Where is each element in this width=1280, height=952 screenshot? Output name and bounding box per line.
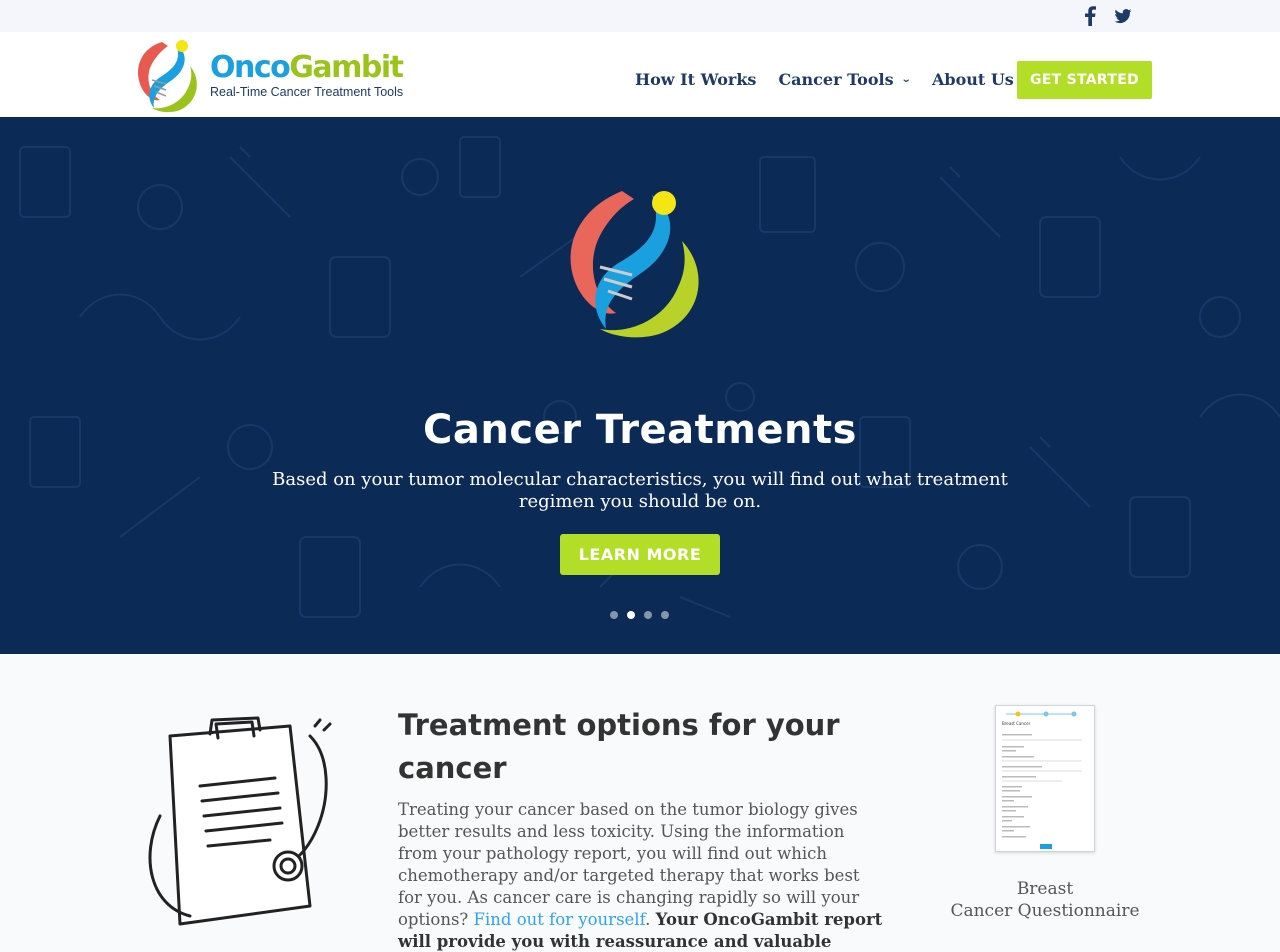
slide-dot-3[interactable] [644,611,652,619]
treatment-options-section: Treatment options for your cancer Treati… [0,654,1280,952]
clipboard-stethoscope-illustration [148,716,332,926]
caption-line-2: Cancer Questionnaire [950,901,1140,921]
questionnaire-caption[interactable]: Breast Cancer Questionnaire [940,878,1150,922]
facebook-icon[interactable] [1082,6,1098,26]
nav-how-it-works[interactable]: How It Works [635,70,756,89]
main-nav: How It Works Cancer Tools ⌄ About Us⌄ [635,70,1052,89]
nav-label: About Us [931,70,1014,89]
oncogambit-hero-logo-icon [570,191,699,338]
top-bar [0,0,1280,32]
slider-pagination [610,611,669,619]
twitter-icon[interactable] [1114,6,1132,26]
body-punctuation: . [645,910,656,929]
section-title: Treatment options for your cancer [398,708,840,785]
slide-dot-4[interactable] [661,611,669,619]
logo-text: OncoGambit Real-Time Cancer Treatment To… [210,49,404,99]
nav-label: How It Works [635,70,757,89]
section-body: Treating your cancer based on the tumor … [398,799,888,952]
hero-description: Based on your tumor molecular characteri… [272,469,1008,512]
slide-dot-1[interactable] [610,611,618,619]
hero-title: Cancer Treatments [423,407,857,453]
nav-about-us[interactable]: About Us⌄ [931,70,1031,89]
learn-more-button[interactable]: LEARN MORE [560,534,720,575]
slide-dot-2[interactable] [627,611,635,619]
caption-line-1: Breast [1016,879,1074,899]
social-links [1082,6,1132,26]
chevron-down-icon: ⌄ [900,74,912,85]
thumbnail-heading: Breast Cancer [1002,721,1031,726]
hero-slider: Cancer Treatments Based on your tumor mo… [0,117,1280,654]
nav-cancer-tools[interactable]: Cancer Tools ⌄ [778,70,912,89]
questionnaire-thumbnail[interactable]: Breast Cancer [995,705,1095,852]
brand-name-part1: Onco [210,49,291,85]
brand-tagline: Real-Time Cancer Treatment Tools [210,84,404,99]
site-header: OncoGambit Real-Time Cancer Treatment To… [0,32,1280,117]
find-out-link[interactable]: Find out for yourself [474,910,646,929]
questionnaire-preview-image: Breast Cancer [996,706,1094,851]
get-started-button[interactable]: GET STARTED [1017,61,1152,99]
oncogambit-logo-icon [138,40,197,113]
site-logo[interactable]: OncoGambit Real-Time Cancer Treatment To… [132,36,404,114]
nav-label: Cancer Tools [778,70,894,89]
brand-name: OncoGambit [210,49,404,85]
brand-name-part2: Gambit [289,49,404,85]
